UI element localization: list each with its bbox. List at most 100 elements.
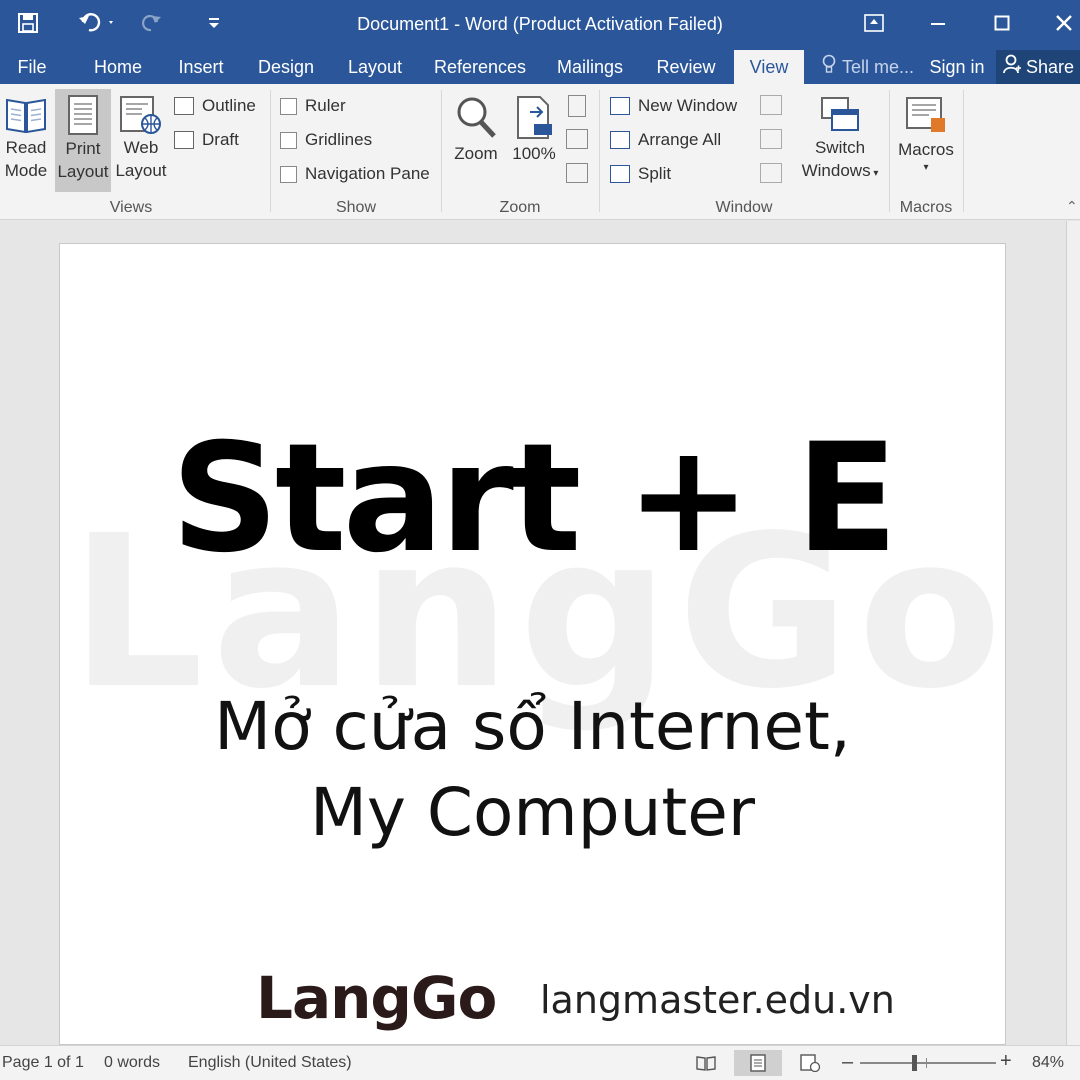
zoom-button[interactable]: Zoom: [448, 92, 504, 192]
group-label-macros: Macros: [899, 199, 953, 216]
minimize-icon[interactable]: [916, 6, 960, 40]
switch-windows-button[interactable]: Switch Windows ▾: [796, 92, 884, 192]
ribbon-separator: [889, 90, 890, 212]
tab-mailings[interactable]: Mailings: [548, 50, 632, 84]
page-100-icon: [517, 96, 552, 139]
web-layout-view-icon[interactable]: [790, 1050, 830, 1076]
ribbon-separator: [441, 90, 442, 212]
reset-window-position-icon[interactable]: [760, 163, 782, 183]
ruler-checkbox[interactable]: Ruler: [280, 93, 346, 119]
navigation-pane-label: Navigation Pane: [305, 164, 430, 183]
macros-label: Macros: [898, 140, 954, 159]
language-indicator[interactable]: English (United States): [188, 1054, 352, 1072]
outline-icon: [174, 97, 194, 115]
arrange-all-icon: [610, 131, 630, 149]
print-layout-label-2: Layout: [57, 162, 109, 181]
draft-button[interactable]: Draft: [174, 127, 239, 153]
arrange-all-label: Arrange All: [638, 130, 722, 149]
ribbon-tab-bar: File Home Insert Design Layout Reference…: [0, 50, 1080, 84]
outline-button[interactable]: Outline: [174, 93, 256, 119]
group-label-window: Window: [715, 199, 773, 216]
macros-icon: [906, 97, 945, 132]
web-layout-icon: [120, 96, 161, 134]
tab-references[interactable]: References: [428, 50, 532, 84]
zoom-label: Zoom: [454, 144, 498, 163]
arrange-all-button[interactable]: Arrange All: [610, 127, 721, 153]
read-mode-view-icon[interactable]: [686, 1050, 726, 1076]
collapse-ribbon-icon[interactable]: ⌃: [1066, 198, 1078, 215]
sign-in-link[interactable]: Sign in: [926, 50, 988, 84]
gridlines-checkbox[interactable]: Gridlines: [280, 127, 372, 153]
share-button[interactable]: Share: [996, 50, 1080, 84]
group-label-views: Views: [109, 199, 153, 216]
switch-windows-icon: [821, 97, 859, 131]
tell-me-box[interactable]: Tell me...: [822, 50, 922, 84]
ribbon-separator: [270, 90, 271, 212]
navigation-pane-check-box[interactable]: [280, 165, 297, 183]
multiple-pages-icon[interactable]: [566, 129, 588, 149]
new-window-icon: [610, 97, 630, 115]
synchronous-scrolling-icon[interactable]: [760, 129, 782, 149]
print-layout-label-1: Print: [65, 139, 101, 158]
dropdown-arrow-icon: ▾: [870, 168, 879, 179]
tab-home[interactable]: Home: [84, 50, 152, 84]
word-count[interactable]: 0 words: [104, 1054, 160, 1072]
person-icon: [1002, 51, 1022, 85]
ruler-check-box[interactable]: [280, 97, 297, 115]
print-layout-view-icon[interactable]: [734, 1050, 782, 1076]
zoom-100-label: 100%: [512, 144, 556, 163]
switch-windows-label-1: Switch: [814, 138, 866, 157]
magnifier-icon: [457, 97, 496, 138]
web-layout-label-1: Web: [123, 138, 159, 157]
switch-windows-label-2: Windows ▾: [801, 161, 879, 180]
zoom-percentage[interactable]: 84%: [1032, 1054, 1064, 1072]
web-layout-button[interactable]: Web Layout: [113, 92, 169, 192]
split-button[interactable]: Split: [610, 161, 671, 187]
document-headline: Start + E: [170, 412, 898, 586]
tab-review[interactable]: Review: [648, 50, 724, 84]
read-mode-icon: [6, 98, 46, 134]
print-layout-button[interactable]: Print Layout: [55, 89, 111, 192]
zoom-slider-thumb[interactable]: [912, 1055, 918, 1071]
ribbon-display-options-icon[interactable]: [852, 6, 896, 40]
gridlines-check-box[interactable]: [280, 131, 297, 149]
tab-file[interactable]: File: [6, 50, 58, 84]
group-label-zoom: Zoom: [499, 199, 541, 216]
one-page-icon[interactable]: [568, 95, 586, 117]
document-line-2: My Computer: [309, 774, 756, 851]
zoom-slider[interactable]: [860, 1055, 996, 1071]
navigation-pane-checkbox[interactable]: Navigation Pane: [280, 161, 430, 187]
page-count[interactable]: Page 1 of 1: [2, 1054, 84, 1072]
ruler-label: Ruler: [305, 96, 346, 115]
zoom-center-tick: [926, 1058, 927, 1068]
read-mode-label-2: Mode: [4, 161, 48, 180]
zoom-100-button[interactable]: 100%: [508, 92, 560, 192]
page-width-icon[interactable]: [566, 163, 588, 183]
tell-me-text: Tell me...: [842, 57, 915, 77]
ribbon-separator: [963, 90, 964, 212]
zoom-in-icon[interactable]: +: [1000, 1050, 1012, 1073]
langgo-logo: LangGo: [256, 964, 497, 1032]
macros-dropdown-icon: ▾: [923, 162, 929, 173]
read-mode-button[interactable]: Read Mode: [0, 92, 52, 192]
tab-design[interactable]: Design: [250, 50, 322, 84]
title-bar: Document1 - Word (Product Activation Fai…: [0, 0, 1080, 50]
document-line-1: Mở cửa sổ Internet,: [214, 688, 851, 765]
tab-layout[interactable]: Layout: [340, 50, 410, 84]
lightbulb-icon: [822, 51, 836, 85]
new-window-label: New Window: [638, 96, 738, 115]
macros-button[interactable]: Macros ▾: [894, 92, 958, 192]
tab-view[interactable]: View: [734, 50, 804, 84]
ribbon-separator: [599, 90, 600, 212]
close-icon[interactable]: [1042, 6, 1080, 40]
split-icon: [610, 165, 630, 183]
zoom-out-icon[interactable]: –: [842, 1051, 853, 1074]
new-window-button[interactable]: New Window: [610, 93, 737, 119]
share-label: Share: [1025, 57, 1075, 77]
tab-insert[interactable]: Insert: [168, 50, 234, 84]
maximize-icon[interactable]: [980, 6, 1024, 40]
view-side-by-side-icon[interactable]: [760, 95, 782, 115]
group-label-show: Show: [335, 199, 377, 216]
read-mode-label-1: Read: [5, 138, 47, 157]
status-bar: Page 1 of 1 0 words English (United Stat…: [0, 1045, 1080, 1080]
